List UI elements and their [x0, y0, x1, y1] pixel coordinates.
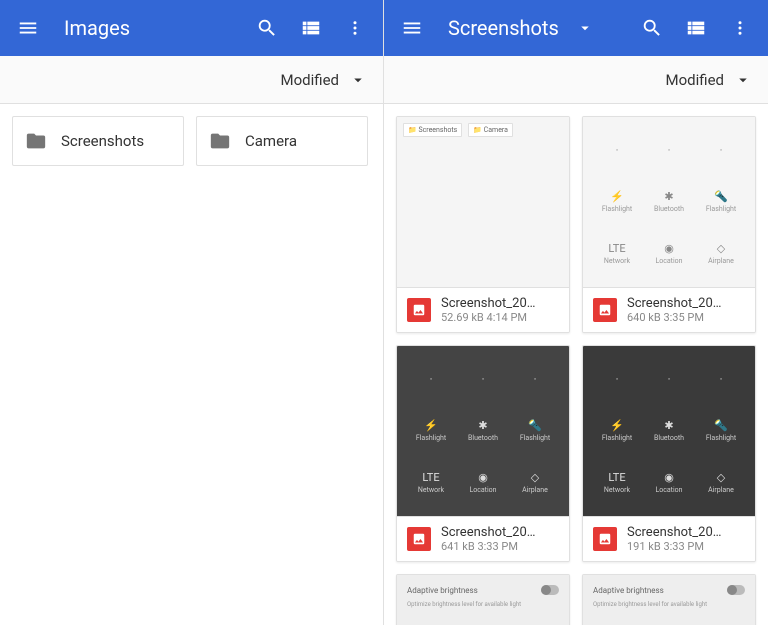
file-meta: 52.69 kB 4:14 PM [441, 311, 536, 324]
file-name: Screenshot_20… [441, 296, 536, 311]
page-title: Images [64, 16, 130, 40]
image-icon [593, 527, 617, 551]
sort-label: Modified [281, 71, 339, 89]
menu-icon[interactable] [10, 10, 46, 46]
sort-button[interactable]: Modified [0, 56, 383, 104]
chevron-down-icon [734, 71, 752, 89]
folder-camera[interactable]: Camera [196, 116, 368, 166]
view-list-icon[interactable] [678, 10, 714, 46]
folder-label: Camera [245, 132, 297, 150]
folder-icon [25, 130, 47, 152]
folder-list: Screenshots Camera [0, 104, 383, 625]
thumbnail: ··· ⚡Flashlight✱Bluetooth🔦Flashlight LTE… [397, 346, 569, 516]
folder-screenshots[interactable]: Screenshots [12, 116, 184, 166]
page-title: Screenshots [448, 16, 559, 40]
more-icon[interactable] [722, 10, 758, 46]
more-icon[interactable] [337, 10, 373, 46]
file-caption: Screenshot_20… 640 kB 3:35 PM [583, 287, 755, 332]
file-card[interactable]: 📁 Screenshots 📁 Camera Screenshot_20… 52… [396, 116, 570, 333]
title-dropdown-icon[interactable] [567, 10, 603, 46]
image-icon [593, 298, 617, 322]
file-card[interactable]: ··· ⚡Flashlight✱Bluetooth🔦Flashlight LTE… [396, 345, 570, 562]
file-meta: 191 kB 3:33 PM [627, 540, 722, 553]
file-name: Screenshot_20… [441, 525, 536, 540]
file-name: Screenshot_20… [627, 525, 722, 540]
file-card[interactable]: ··· ⚡Flashlight✱Bluetooth🔦Flashlight LTE… [582, 345, 756, 562]
image-icon [407, 298, 431, 322]
folder-icon [209, 130, 231, 152]
image-icon [407, 527, 431, 551]
folder-label: Screenshots [61, 132, 144, 150]
thumbnail: Adaptive brightness Optimize brightness … [583, 575, 755, 625]
images-pane: Images Modified Screenshots Camera [0, 0, 384, 625]
file-caption: Screenshot_20… 191 kB 3:33 PM [583, 516, 755, 561]
file-card[interactable]: Adaptive brightness Optimize brightness … [582, 574, 756, 625]
menu-icon[interactable] [394, 10, 430, 46]
file-caption: Screenshot_20… 52.69 kB 4:14 PM [397, 287, 569, 332]
file-caption: Screenshot_20… 641 kB 3:33 PM [397, 516, 569, 561]
sort-label: Modified [666, 71, 724, 89]
thumbnail: ··· ⚡Flashlight✱Bluetooth🔦Flashlight LTE… [583, 346, 755, 516]
file-meta: 640 kB 3:35 PM [627, 311, 722, 324]
file-card[interactable]: Adaptive brightness Optimize brightness … [396, 574, 570, 625]
search-icon[interactable] [634, 10, 670, 46]
view-list-icon[interactable] [293, 10, 329, 46]
file-meta: 641 kB 3:33 PM [441, 540, 536, 553]
file-grid: 📁 Screenshots 📁 Camera Screenshot_20… 52… [384, 104, 768, 625]
screenshots-pane: Screenshots Modified 📁 Screenshots 📁 Cam… [384, 0, 768, 625]
file-name: Screenshot_20… [627, 296, 722, 311]
file-card[interactable]: ··· ⚡Flashlight✱Bluetooth🔦Flashlight LTE… [582, 116, 756, 333]
thumbnail: 📁 Screenshots 📁 Camera [397, 117, 569, 287]
appbar: Screenshots [384, 0, 768, 56]
sort-button[interactable]: Modified [384, 56, 768, 104]
chevron-down-icon [349, 71, 367, 89]
thumbnail: ··· ⚡Flashlight✱Bluetooth🔦Flashlight LTE… [583, 117, 755, 287]
search-icon[interactable] [249, 10, 285, 46]
thumbnail: Adaptive brightness Optimize brightness … [397, 575, 569, 625]
appbar: Images [0, 0, 383, 56]
